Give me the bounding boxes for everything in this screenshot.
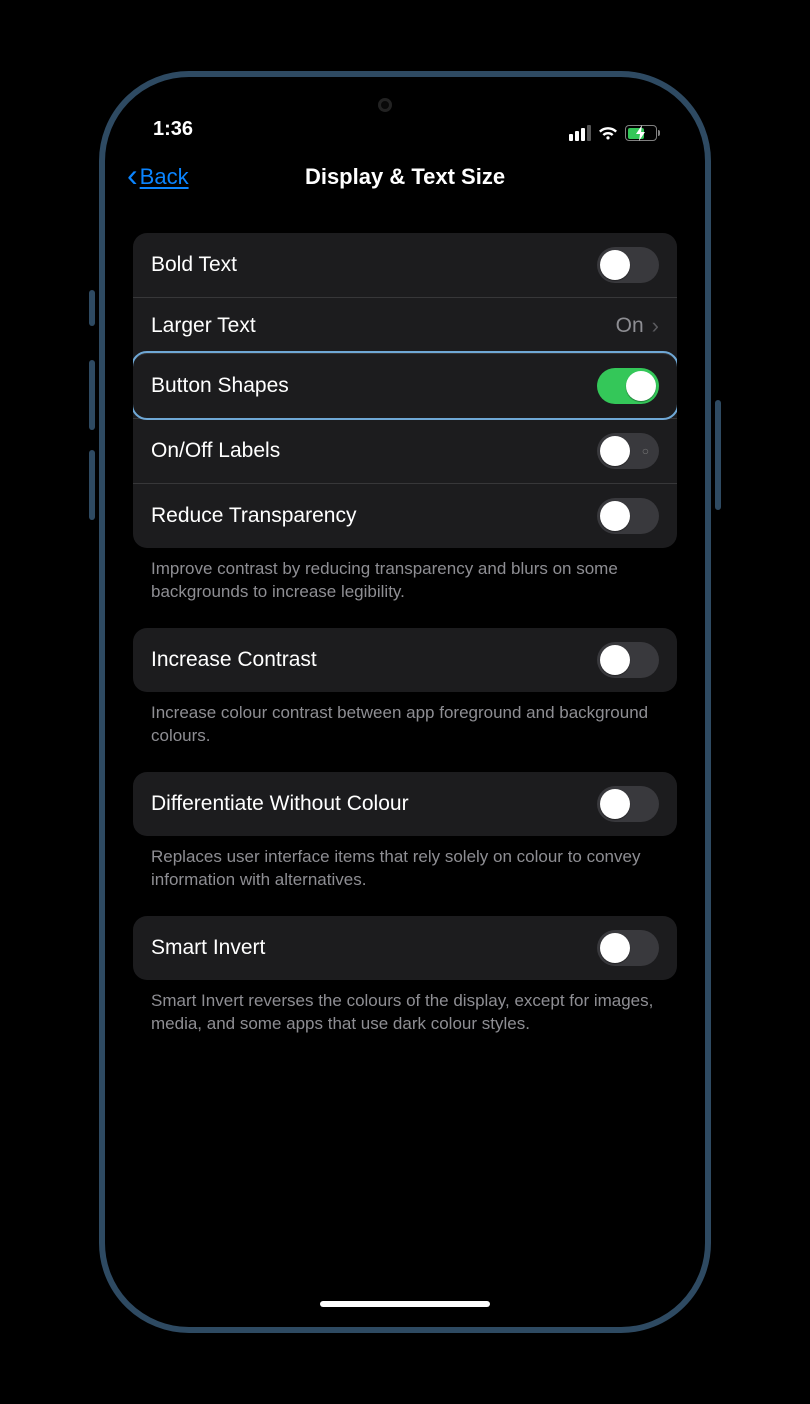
back-button[interactable]: ‹ Back xyxy=(127,161,189,193)
back-label: Back xyxy=(140,164,189,190)
toggle-differentiate[interactable] xyxy=(597,786,659,822)
navigation-bar: ‹ Back Display & Text Size xyxy=(115,149,695,205)
volume-up-button xyxy=(89,360,95,430)
side-button xyxy=(715,400,721,510)
screen: 1:36 ‹ Back Display & Text Size xyxy=(115,87,695,1317)
settings-group-3: Differentiate Without Colour xyxy=(133,772,677,836)
row-onoff-labels[interactable]: On/Off Labels ○ xyxy=(133,418,677,483)
row-label: Reduce Transparency xyxy=(151,504,356,528)
settings-group-4: Smart Invert xyxy=(133,916,677,980)
row-button-shapes[interactable]: Button Shapes xyxy=(133,353,677,418)
toggle-smart-invert[interactable] xyxy=(597,930,659,966)
settings-group-2: Increase Contrast xyxy=(133,628,677,692)
chevron-right-icon: › xyxy=(652,313,659,339)
toggle-off-mark-icon: ○ xyxy=(642,444,649,458)
toggle-increase-contrast[interactable] xyxy=(597,642,659,678)
page-title: Display & Text Size xyxy=(305,164,505,190)
toggle-button-shapes[interactable] xyxy=(597,368,659,404)
row-label: Differentiate Without Colour xyxy=(151,792,409,816)
row-increase-contrast[interactable]: Increase Contrast xyxy=(133,628,677,692)
mute-switch xyxy=(89,290,95,326)
group-3-footer: Replaces user interface items that rely … xyxy=(133,836,677,916)
notch xyxy=(305,87,505,123)
battery-charging-icon xyxy=(625,125,657,141)
settings-group-1: Bold Text Larger Text On › Button Shapes… xyxy=(133,233,677,548)
status-time: 1:36 xyxy=(153,118,193,141)
phone-frame: 1:36 ‹ Back Display & Text Size xyxy=(99,71,711,1333)
volume-down-button xyxy=(89,450,95,520)
row-smart-invert[interactable]: Smart Invert xyxy=(133,916,677,980)
group-1-footer: Improve contrast by reducing transparenc… xyxy=(133,548,677,628)
row-larger-text[interactable]: Larger Text On › xyxy=(133,297,677,353)
toggle-onoff-labels[interactable]: ○ xyxy=(597,433,659,469)
row-label: Smart Invert xyxy=(151,936,265,960)
row-value: On xyxy=(616,314,644,338)
row-label: On/Off Labels xyxy=(151,439,280,463)
row-label: Increase Contrast xyxy=(151,648,317,672)
row-label: Bold Text xyxy=(151,253,237,277)
wifi-icon xyxy=(598,126,618,141)
group-2-footer: Increase colour contrast between app for… xyxy=(133,692,677,772)
row-bold-text[interactable]: Bold Text xyxy=(133,233,677,297)
toggle-reduce-transparency[interactable] xyxy=(597,498,659,534)
row-label: Larger Text xyxy=(151,314,256,338)
group-4-footer: Smart Invert reverses the colours of the… xyxy=(133,980,677,1060)
home-indicator[interactable] xyxy=(320,1301,490,1307)
cellular-signal-icon xyxy=(569,125,591,141)
row-differentiate-without-colour[interactable]: Differentiate Without Colour xyxy=(133,772,677,836)
toggle-bold-text[interactable] xyxy=(597,247,659,283)
row-reduce-transparency[interactable]: Reduce Transparency xyxy=(133,483,677,548)
chevron-left-icon: ‹ xyxy=(127,159,138,191)
content-scroll[interactable]: Bold Text Larger Text On › Button Shapes… xyxy=(115,205,695,1060)
front-camera xyxy=(378,98,392,112)
row-label: Button Shapes xyxy=(151,374,289,398)
